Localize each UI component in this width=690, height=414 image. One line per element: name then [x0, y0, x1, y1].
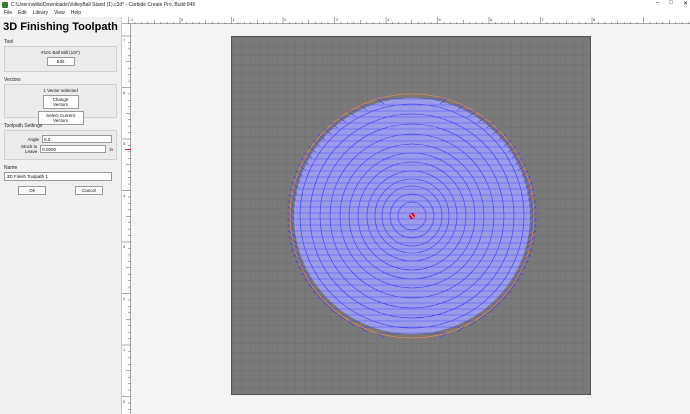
cancel-button[interactable]: Cancel — [75, 186, 103, 195]
vectors-selected-text: 1 Vector selected — [43, 88, 78, 93]
top-ruler-label: 4 — [387, 17, 390, 22]
top-ruler-label: 0 — [181, 17, 184, 22]
top-ruler-label: 3 — [335, 17, 338, 22]
top-ruler-label: 7 — [541, 17, 544, 22]
top-ruler-label: 1 — [232, 17, 235, 22]
left-ruler-label: 1 — [123, 347, 126, 352]
settings-group: Angle 0.0 Stock to Leave 0.0000 in — [4, 130, 117, 160]
tool-name: #101 Ball Mill (1/8") — [41, 50, 80, 55]
left-ruler — [122, 24, 131, 414]
menu-file[interactable]: File — [4, 10, 12, 16]
top-ruler-label: 8 — [593, 17, 596, 22]
design-canvas[interactable] — [131, 24, 690, 414]
left-ruler-label: 3 — [123, 244, 126, 249]
menu-library[interactable]: Library — [33, 10, 48, 16]
stock-to-leave-label: Stock to Leave — [20, 144, 38, 154]
top-ruler-label: 5 — [438, 17, 441, 22]
toolpath-preview — [286, 93, 538, 339]
app-icon — [2, 1, 8, 8]
window-title: C:\Users\willa\Downloads\VolleyBall Stan… — [11, 1, 196, 8]
top-ruler-label: -1 — [129, 17, 134, 22]
menu-edit[interactable]: Edit — [18, 10, 27, 16]
change-vectors-button[interactable]: Change Vectors — [42, 95, 79, 109]
left-ruler-label: 2 — [123, 295, 126, 301]
top-ruler — [122, 17, 690, 24]
edit-tool-button[interactable]: Edit — [46, 57, 75, 66]
left-ruler-label: 5 — [123, 141, 126, 146]
angle-input[interactable]: 0.0 — [42, 135, 112, 143]
left-ruler-label: 4 — [123, 192, 126, 198]
left-ruler-label: 7 — [123, 38, 126, 43]
menu-view[interactable]: View — [54, 10, 65, 16]
top-ruler-ticks — [128, 17, 689, 24]
minimize-button[interactable]: – — [656, 0, 659, 7]
top-ruler-label: 2 — [284, 17, 287, 22]
stock-unit-label: in — [109, 146, 113, 152]
angle-label: Angle — [27, 136, 39, 142]
tool-section-label: Tool — [4, 39, 14, 45]
panel-title: 3D Finishing Toolpath — [3, 21, 118, 33]
left-ruler-label: 6 — [123, 89, 126, 95]
title-bar: C:\Users\willa\Downloads\VolleyBall Stan… — [0, 0, 690, 9]
toolpath-panel: 3D Finishing Toolpath Tool #101 Ball Mil… — [0, 17, 122, 414]
name-section-label: Name — [4, 165, 18, 171]
vectors-group: 1 Vector selected Change Vectors Select … — [4, 84, 117, 125]
menu-help[interactable]: Help — [71, 10, 81, 16]
stock-material — [231, 36, 591, 395]
left-ruler-ticks — [122, 35, 131, 410]
menu-bar: File Edit Library View Help — [0, 9, 690, 17]
vectors-section-label: Vectors — [4, 77, 21, 83]
stock-to-leave-input[interactable]: 0.0000 — [40, 145, 107, 153]
settings-section-label: Toolpath Settings — [4, 123, 43, 129]
ok-button[interactable]: Ok — [18, 186, 46, 195]
maximize-button[interactable]: □ — [669, 0, 673, 7]
top-ruler-label: 6 — [490, 17, 493, 22]
toolpath-name-input[interactable]: 3D Finish Toolpath 1 — [4, 172, 112, 181]
left-ruler-label: 0 — [123, 398, 126, 404]
close-button[interactable]: ✕ — [683, 0, 688, 7]
tool-group: #101 Ball Mill (1/8") Edit — [4, 46, 117, 72]
